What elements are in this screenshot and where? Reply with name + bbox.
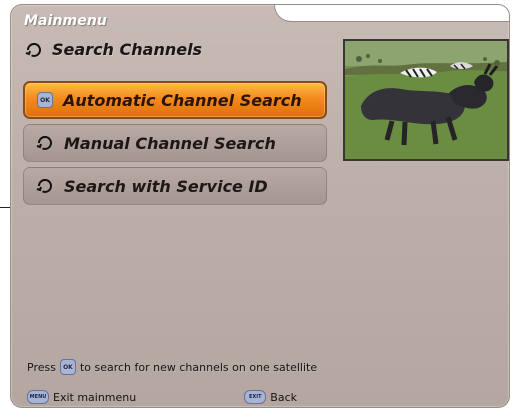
wildebeest-preview-image xyxy=(345,41,507,159)
back-label: Back xyxy=(270,390,297,404)
menu-button-icon: MENU xyxy=(27,390,49,404)
exit-mainmenu-control[interactable]: MENU Exit mainmenu xyxy=(27,390,136,404)
circle-arrow-icon xyxy=(25,42,43,57)
manual-channel-search-label: Manual Channel Search xyxy=(64,133,276,153)
tv-preview-window xyxy=(343,39,509,161)
search-with-service-id-button[interactable]: Search with Service ID xyxy=(23,167,327,205)
back-control[interactable]: EXIT Back xyxy=(244,390,297,404)
manual-channel-search-button[interactable]: Manual Channel Search xyxy=(23,124,327,162)
footer-hint: Press OK to search for new channels on o… xyxy=(27,359,317,375)
submenu-label: Search Channels xyxy=(52,40,203,59)
ok-icon: OK xyxy=(37,92,53,108)
submenu-header: Search Channels xyxy=(25,40,202,59)
exit-mainmenu-label: Exit mainmenu xyxy=(53,390,137,404)
circle-arrow-icon xyxy=(36,179,54,193)
channel-search-menu: OK Automatic Channel Search Manual Chann… xyxy=(23,81,327,210)
automatic-channel-search-button[interactable]: OK Automatic Channel Search xyxy=(23,81,327,119)
footer-hint-text: to search for new channels on one satell… xyxy=(79,360,318,374)
exit-button-icon: EXIT xyxy=(244,390,267,404)
footer-controls: MENU Exit mainmenu EXIT Back xyxy=(27,390,297,404)
page-title: Mainmenu xyxy=(24,13,107,29)
main-menu-panel: Mainmenu Search Channels OK Automatic Ch… xyxy=(10,4,510,408)
footer-press-text: Press xyxy=(27,360,56,374)
circle-arrow-icon xyxy=(36,136,54,150)
search-with-service-id-label: Search with Service ID xyxy=(64,176,268,196)
panel-notch xyxy=(274,5,509,22)
automatic-channel-search-label: Automatic Channel Search xyxy=(63,90,302,110)
ok-button-icon: OK xyxy=(59,359,76,375)
